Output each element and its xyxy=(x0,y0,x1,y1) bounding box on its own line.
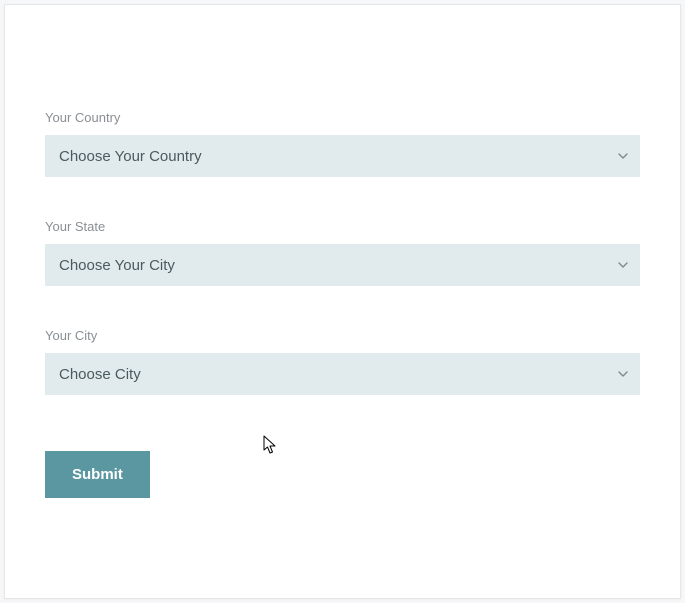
city-label: Your City xyxy=(45,328,640,343)
cursor-icon xyxy=(263,435,277,455)
country-label: Your Country xyxy=(45,110,640,125)
city-select-wrap: Choose City xyxy=(45,353,640,395)
country-group: Your Country Choose Your Country xyxy=(45,110,640,177)
form-card: Your Country Choose Your Country Your St… xyxy=(4,4,681,599)
state-label: Your State xyxy=(45,219,640,234)
state-select[interactable]: Choose Your City xyxy=(45,244,640,286)
state-select-wrap: Choose Your City xyxy=(45,244,640,286)
country-select-wrap: Choose Your Country xyxy=(45,135,640,177)
city-group: Your City Choose City xyxy=(45,328,640,395)
country-select[interactable]: Choose Your Country xyxy=(45,135,640,177)
submit-button[interactable]: Submit xyxy=(45,451,150,498)
city-select[interactable]: Choose City xyxy=(45,353,640,395)
state-group: Your State Choose Your City xyxy=(45,219,640,286)
